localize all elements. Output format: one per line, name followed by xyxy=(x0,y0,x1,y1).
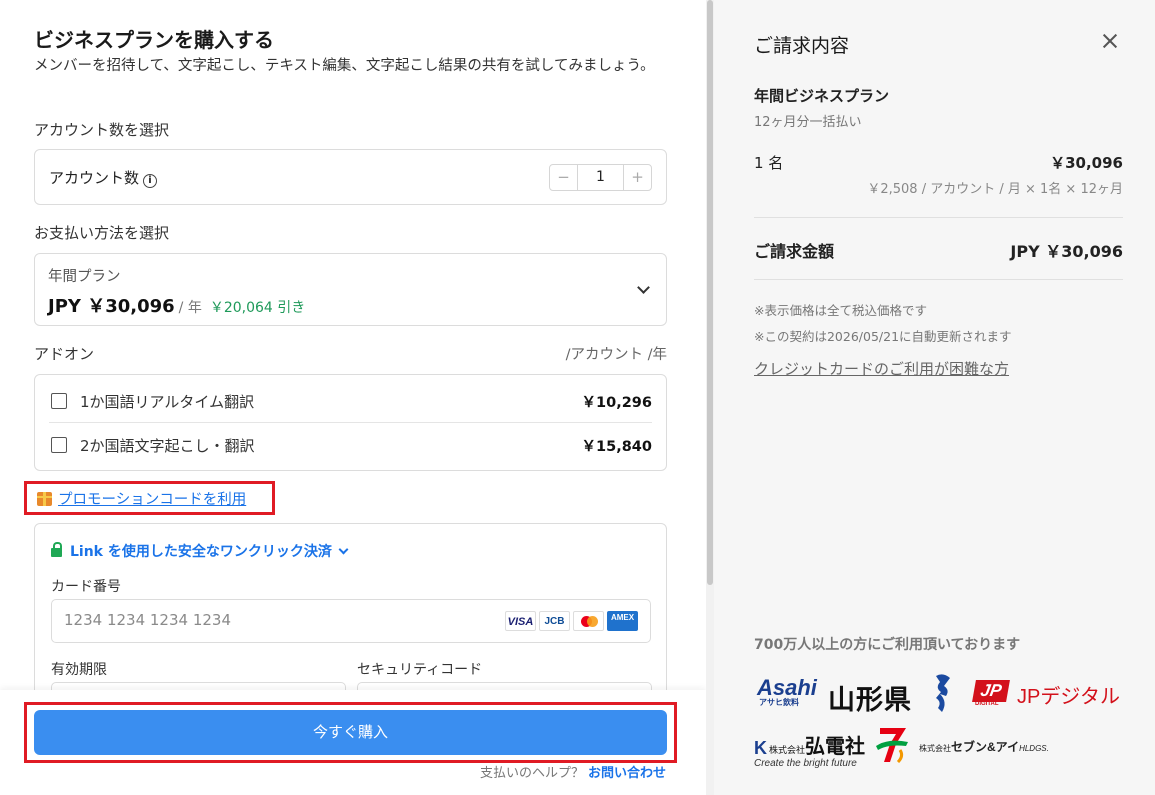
link-pay-text: Link を使用した安全なワンクリック決済 xyxy=(70,544,332,560)
accounts-card: アカウント数 i − 1 + xyxy=(34,149,667,205)
jp-mark: JP xyxy=(972,680,1010,702)
payment-section-label: お支払い方法を選択 xyxy=(34,224,170,242)
help-text: 支払いのヘルプ？ xyxy=(479,766,584,781)
summary-seats-price: ￥30,096 xyxy=(1050,154,1123,172)
amex-icon: AMEX xyxy=(607,611,638,631)
promo-code-text: プロモーションコードを利用 xyxy=(58,492,247,508)
cvc-label: セキュリティコード xyxy=(357,662,483,678)
checkout-form-scroll[interactable]: ビジネスプランを購入する メンバーを招待して、文字起こし、テキスト編集、文字起こ… xyxy=(0,0,706,690)
expiry-field[interactable] xyxy=(51,682,346,690)
card-difficulty-link[interactable]: クレジットカードのご利用が困難な方 xyxy=(754,358,1009,379)
seven-prefix: 株式会社 xyxy=(919,744,951,753)
gift-icon xyxy=(37,492,52,506)
seven-i-logo-mark xyxy=(874,724,912,764)
divider xyxy=(754,279,1123,280)
jcb-icon: JCB xyxy=(539,611,570,631)
scrollbar-thumb[interactable] xyxy=(707,0,713,585)
plan-select[interactable]: 年間プラン JPY ￥30,096/ 年 ￥20,064 引き xyxy=(34,253,667,326)
addon-name: 2か国語文字起こし・翻訳 xyxy=(80,437,255,455)
total-amount: JPY ￥30,096 xyxy=(1010,242,1123,261)
chevron-down-icon xyxy=(637,281,650,294)
koden-logo: K 株式会社弘電社 Create the bright future xyxy=(754,730,865,769)
order-summary-panel: ご請求内容 年間ビジネスプラン 12ヶ月分一括払い 1 名 ￥30,096 ￥2… xyxy=(714,0,1155,795)
plan-price-value: JPY ￥30,096 xyxy=(48,296,175,317)
chevron-down-icon xyxy=(338,544,349,555)
quantity-value[interactable]: 1 xyxy=(577,165,624,190)
koden-prefix: 株式会社 xyxy=(769,745,806,755)
accounts-section-label: アカウント数を選択 xyxy=(34,121,170,139)
seven-name: セブン&アイ xyxy=(951,740,1020,754)
lock-icon xyxy=(51,542,62,557)
link-pay-toggle[interactable]: Link を使用した安全なワンクリック決済 xyxy=(51,541,349,561)
buy-highlight: 今すぐ購入 xyxy=(24,702,677,763)
decrement-button[interactable]: − xyxy=(550,165,577,190)
addon-checkbox[interactable] xyxy=(51,437,67,453)
addon-price: ￥15,840 xyxy=(581,439,652,455)
summary-plan: 年間ビジネスプラン xyxy=(754,87,890,105)
koden-mark: K xyxy=(754,738,767,758)
addon-unit-label: /アカウント /年 xyxy=(565,347,667,363)
increment-button[interactable]: + xyxy=(624,165,651,190)
card-payment-form: Link を使用した安全なワンクリック決済 カード番号 VISA JCB AME… xyxy=(34,523,667,690)
page-subtitle: メンバーを招待して、文字起こし、テキスト編集、文字起こし結果の共有を試してみまし… xyxy=(34,58,655,74)
koden-tagline: Create the bright future xyxy=(754,758,857,769)
seven-suffix: HLDGS. xyxy=(1019,744,1049,753)
koden-name: 弘電社 xyxy=(805,736,866,758)
addon-name: 1か国語リアルタイム翻訳 xyxy=(80,393,255,411)
plan-discount: ￥20,064 引き xyxy=(209,300,306,316)
addon-row[interactable]: 2か国語文字起こし・翻訳 ￥15,840 xyxy=(51,422,652,468)
card-number-input[interactable] xyxy=(64,611,484,629)
buy-now-button[interactable]: 今すぐ購入 xyxy=(34,710,667,755)
accounts-label: アカウント数 i xyxy=(49,167,158,188)
card-brands: VISA JCB AMEX xyxy=(505,611,638,631)
asahi-logo-text: Asahi xyxy=(757,675,817,700)
mastercard-icon xyxy=(573,611,604,631)
summary-plan-sub: 12ヶ月分一括払い xyxy=(754,115,862,130)
summary-title: ご請求内容 xyxy=(754,35,850,57)
yamagata-logo: 山形県 xyxy=(828,685,912,715)
contact-link[interactable]: お問い合わせ xyxy=(588,766,666,781)
addon-section-label: アドオン xyxy=(34,345,95,363)
expiry-label: 有効期限 xyxy=(51,662,107,678)
visa-icon: VISA xyxy=(505,611,536,631)
addon-checkbox[interactable] xyxy=(51,393,67,409)
promo-code-link[interactable]: プロモーションコードを利用 xyxy=(37,488,246,509)
tax-note: ※表示価格は全て税込価格です xyxy=(754,303,927,318)
addon-price: ￥10,296 xyxy=(581,395,652,411)
jp-digital-small: DIGITAL xyxy=(975,701,999,707)
cvc-field[interactable] xyxy=(357,682,652,690)
close-icon[interactable] xyxy=(1100,31,1120,51)
promo-highlight: プロモーションコードを利用 xyxy=(24,481,275,515)
summary-calc: ￥2,508 / アカウント / 月 × 1名 × 12ヶ月 xyxy=(867,182,1123,197)
plan-name: 年間プラン xyxy=(48,269,121,285)
plan-price: JPY ￥30,096/ 年 ￥20,064 引き xyxy=(48,292,305,318)
card-number-label: カード番号 xyxy=(51,579,121,595)
checkout-footer: 今すぐ購入 支払いのヘルプ？ お問い合わせ xyxy=(0,690,706,795)
plan-per: / 年 xyxy=(178,300,202,316)
accounts-label-text: アカウント数 xyxy=(49,169,140,187)
payment-help: 支払いのヘルプ？ お問い合わせ xyxy=(480,762,666,781)
total-label: ご請求金額 xyxy=(754,242,835,261)
summary-seats: 1 名 xyxy=(754,154,784,172)
users-count-text: 700万人以上の方にご利用頂いております xyxy=(754,637,1021,653)
info-icon[interactable]: i xyxy=(143,174,158,188)
addon-row[interactable]: 1か国語リアルタイム翻訳 ￥10,296 xyxy=(51,378,652,424)
renewal-note: ※この契約は2026/05/21に自動更新されます xyxy=(754,329,1012,344)
page-title: ビジネスプランを購入する xyxy=(34,28,274,52)
divider xyxy=(754,217,1123,218)
asahi-logo: Asahi アサヒ飲料 xyxy=(757,675,817,708)
addon-card: 1か国語リアルタイム翻訳 ￥10,296 2か国語文字起こし・翻訳 ￥15,84… xyxy=(34,374,667,471)
checkout-form-panel: ビジネスプランを購入する メンバーを招待して、文字起こし、テキスト編集、文字起こ… xyxy=(0,0,706,795)
kirishima-logo xyxy=(932,672,954,716)
quantity-stepper: − 1 + xyxy=(549,164,652,191)
seven-i-logo: 株式会社セブン&アイHLDGS. xyxy=(919,738,1049,755)
scrollbar[interactable] xyxy=(706,0,714,795)
card-number-field[interactable]: VISA JCB AMEX xyxy=(51,599,651,643)
jp-digital-text: JPデジタル xyxy=(1017,686,1120,708)
